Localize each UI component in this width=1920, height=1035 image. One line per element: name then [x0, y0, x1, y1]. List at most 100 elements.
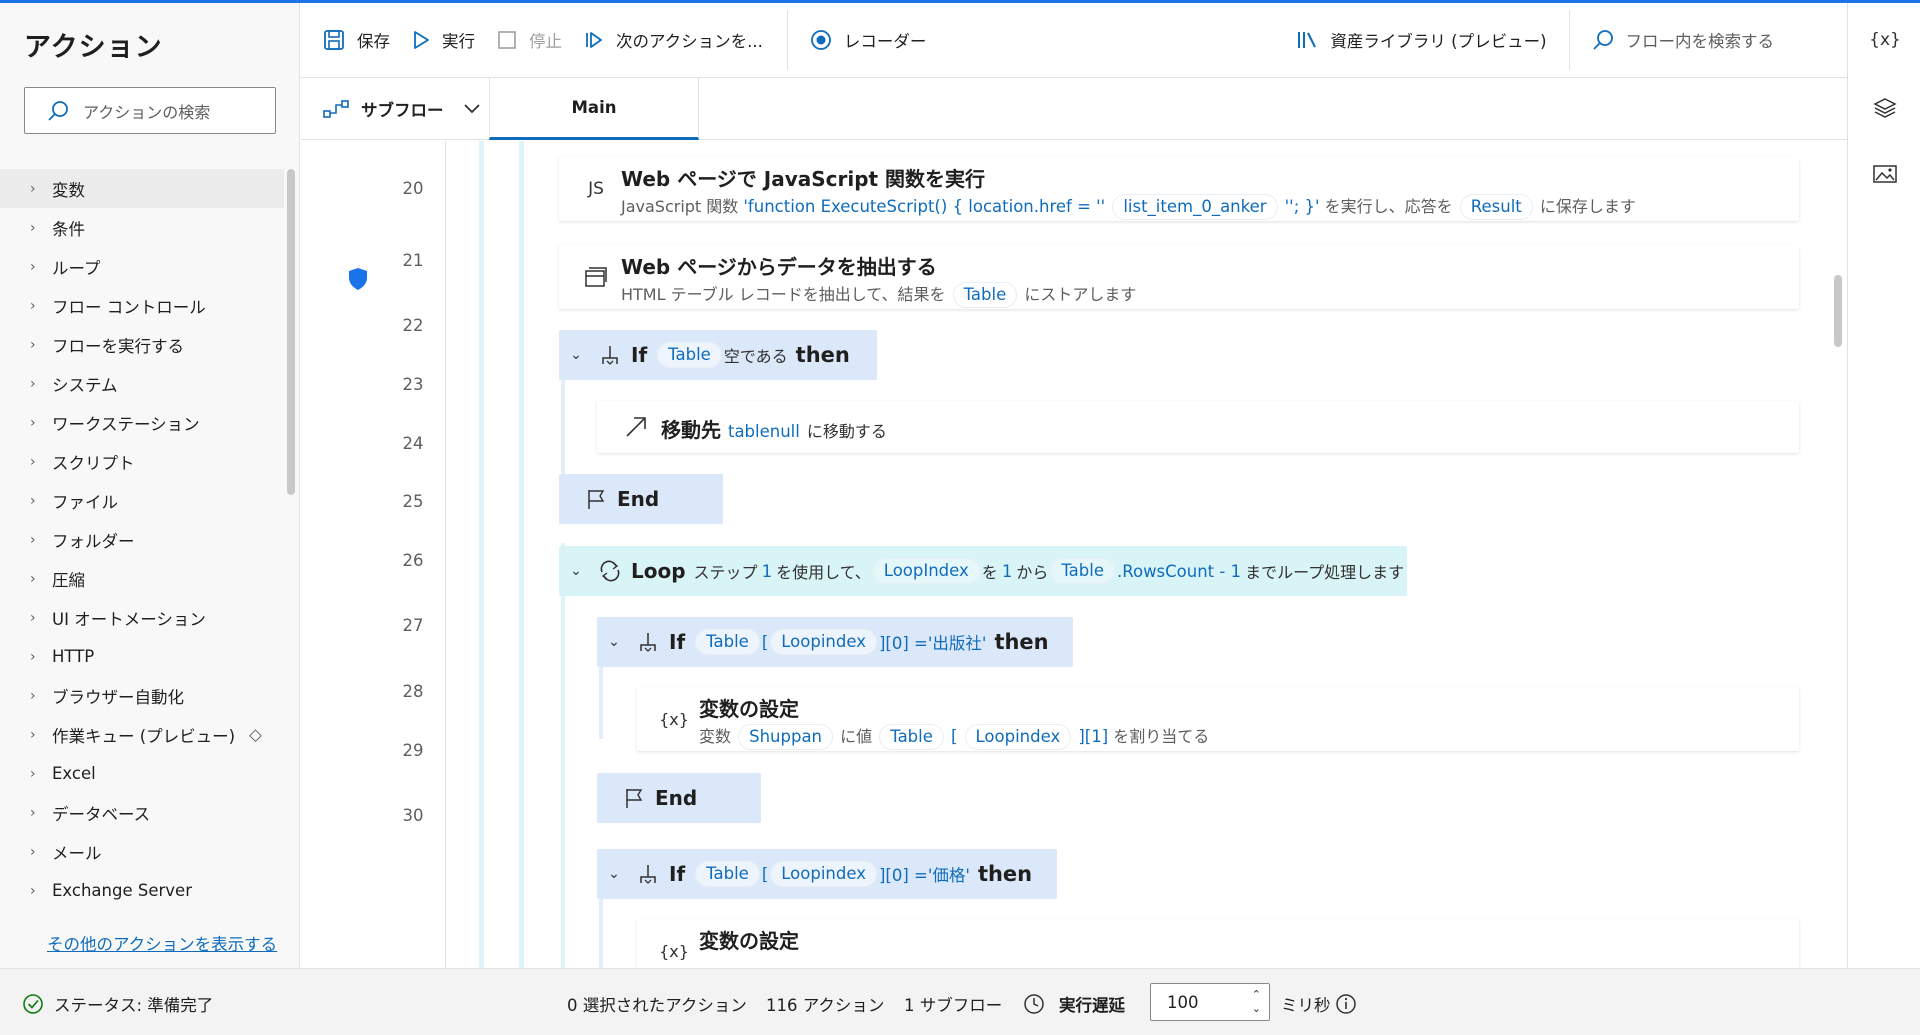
info-icon[interactable]: [1335, 993, 1357, 1015]
ui-elements-pane-button[interactable]: [1872, 95, 1898, 121]
images-pane-button[interactable]: [1872, 161, 1898, 187]
expression-literal: ][0] ='出版社': [878, 634, 987, 653]
run-next-action-button[interactable]: 次のアクションを...: [584, 20, 763, 60]
action-search-input[interactable]: アクションの検索: [24, 87, 276, 134]
action-category-item[interactable]: › ファイル: [0, 481, 284, 520]
action-category-item[interactable]: › ループ: [0, 247, 284, 286]
breakpoint-shield-icon[interactable]: [347, 267, 369, 291]
collapse-chevron-icon[interactable]: ⌄: [559, 347, 593, 363]
save-icon: [324, 30, 344, 50]
chevron-right-icon: ›: [30, 726, 36, 743]
number-literal: 1: [1001, 561, 1013, 581]
variable-token[interactable]: Table: [952, 282, 1018, 308]
action-category-item[interactable]: › ブラウザー自動化: [0, 676, 284, 715]
chevron-right-icon: ›: [30, 531, 36, 548]
action-category-label: データベース: [52, 804, 151, 824]
save-button[interactable]: 保存: [323, 20, 390, 60]
show-more-actions-link[interactable]: その他のアクションを表示する: [47, 931, 277, 955]
action-category-item[interactable]: › HTTP: [0, 637, 284, 676]
if-keyword: If: [631, 343, 648, 367]
action-category-label: システム: [52, 375, 118, 395]
action-extract-web-data[interactable]: Web ページからデータを抽出する HTML テーブル レコードを抽出して、結果…: [559, 245, 1799, 309]
expression-literal: ][0] ='価格': [878, 866, 970, 885]
chevron-right-icon: ›: [30, 414, 36, 431]
spinner-arrows[interactable]: ⌃ ⌄: [1252, 988, 1261, 1016]
action-category-item[interactable]: › フローを実行する: [0, 325, 284, 364]
variable-token[interactable]: Table: [695, 861, 760, 887]
variable-token[interactable]: LoopIndex: [872, 558, 980, 584]
action-category-item[interactable]: › フロー コントロール: [0, 286, 284, 325]
collapse-chevron-icon[interactable]: ⌄: [597, 866, 631, 882]
chevron-right-icon: ›: [30, 336, 36, 353]
action-category-item[interactable]: › ワークステーション: [0, 403, 284, 442]
variables-pane-button[interactable]: {x}: [1869, 27, 1901, 53]
variable-token[interactable]: Loopindex: [964, 724, 1072, 750]
action-category-item[interactable]: › Excel: [0, 754, 284, 793]
run-button[interactable]: 実行: [412, 20, 475, 60]
action-category-item[interactable]: › Exchange Server: [0, 871, 284, 910]
action-category-item[interactable]: › フォルダー: [0, 520, 284, 559]
stop-button[interactable]: 停止: [497, 20, 562, 60]
end-block[interactable]: End: [597, 773, 761, 823]
variable-token[interactable]: Loopindex: [770, 861, 877, 887]
collapse-chevron-icon[interactable]: ⌄: [597, 634, 631, 650]
action-title: 変数の設定: [699, 697, 799, 721]
subflows-dropdown[interactable]: サブフロー: [323, 78, 492, 140]
action-category-item[interactable]: › 変数: [0, 169, 284, 208]
line-number: 20: [402, 179, 424, 198]
if-branch-icon: [593, 344, 627, 366]
recorder-button[interactable]: レコーダー: [810, 20, 926, 60]
variable-token[interactable]: Shuppan: [738, 724, 834, 750]
action-category-item[interactable]: › UI オートメーション: [0, 598, 284, 637]
action-category-item[interactable]: › メール: [0, 832, 284, 871]
if-block-header[interactable]: ⌄ If Table 空である then: [559, 330, 877, 380]
desc-text: に保存します: [1539, 197, 1636, 216]
flow-search-input[interactable]: フロー内を検索する: [1592, 20, 1774, 60]
asset-library-button[interactable]: 資産ライブラリ (プレビュー): [1296, 20, 1547, 60]
variable-token[interactable]: Table: [1050, 558, 1115, 584]
action-set-variable[interactable]: {x} 変数の設定 変数 Shuppan に値 Table [ Loopinde…: [637, 687, 1799, 751]
loop-block-header[interactable]: ⌄ Loop ステップ 1 を使用して、 LoopIndex を 1 から Ta…: [559, 546, 1407, 596]
action-category-item[interactable]: › スクリプト: [0, 442, 284, 481]
line-number: 23: [402, 375, 424, 394]
if-block-header[interactable]: ⌄ If Table [ Loopindex ][0] ='出版社' then: [597, 617, 1073, 667]
action-category-item[interactable]: › 作業キュー (プレビュー) ◇: [0, 715, 284, 754]
action-category-item[interactable]: › 条件: [0, 208, 284, 247]
variable-token[interactable]: Result: [1459, 194, 1533, 220]
collapse-chevron-icon[interactable]: ⌄: [559, 563, 593, 579]
flow-designer-canvas[interactable]: 20 21 22 23 24 25 26 27 28 29 30 JS Web ページで JavaS…: [301, 141, 1847, 968]
desc-text: JavaScript 関数: [621, 197, 739, 216]
subflow-icon: [323, 100, 349, 118]
action-category-label: フロー コントロール: [52, 297, 206, 317]
loop-icon: [593, 560, 627, 582]
run-delay-input[interactable]: 100 ⌃ ⌄: [1150, 983, 1270, 1021]
action-category-item[interactable]: › 圧縮: [0, 559, 284, 598]
variable-token[interactable]: list_item_0_anker: [1112, 194, 1278, 220]
variable-token[interactable]: Table: [657, 342, 722, 368]
action-category-item[interactable]: › システム: [0, 364, 284, 403]
variables-icon: {x}: [1869, 30, 1901, 50]
asset-library-label: 資産ライブラリ (プレビュー): [1330, 32, 1547, 51]
end-block[interactable]: End: [559, 474, 723, 524]
action-goto[interactable]: 移動先 tablenull に移動する: [597, 401, 1799, 453]
variable-token[interactable]: Loopindex: [770, 629, 877, 655]
variable-token[interactable]: Table: [879, 724, 944, 750]
tab-main[interactable]: Main: [489, 78, 699, 140]
actions-pane: アクション アクションの検索 › 変数 › 条件 › ループ › フロー コントロール › フロー…: [0, 3, 300, 968]
canvas-scrollbar[interactable]: [1834, 275, 1842, 347]
actions-scrollbar[interactable]: [287, 169, 295, 495]
unit-label: ミリ秒: [1281, 995, 1331, 1015]
expression-literal: ][1]: [1078, 727, 1109, 746]
variable-token[interactable]: Table: [695, 629, 760, 655]
spin-up-icon[interactable]: ⌃: [1252, 988, 1261, 1002]
action-category-item[interactable]: › データベース: [0, 793, 284, 832]
action-run-javascript[interactable]: JS Web ページで JavaScript 関数を実行 JavaScript …: [559, 157, 1799, 221]
if-block-header[interactable]: ⌄ If Table [ Loopindex ][0] ='価格' then: [597, 849, 1057, 899]
if-branch-icon: [631, 631, 665, 653]
goto-arrow-icon: [619, 401, 653, 453]
desc-text: を実行し、応答を: [1324, 197, 1453, 216]
action-set-variable[interactable]: {x} 変数の設定: [637, 919, 1799, 968]
action-title: Web ページで JavaScript 関数を実行: [621, 167, 986, 191]
spin-down-icon[interactable]: ⌄: [1252, 1002, 1261, 1016]
end-keyword: End: [655, 786, 698, 810]
